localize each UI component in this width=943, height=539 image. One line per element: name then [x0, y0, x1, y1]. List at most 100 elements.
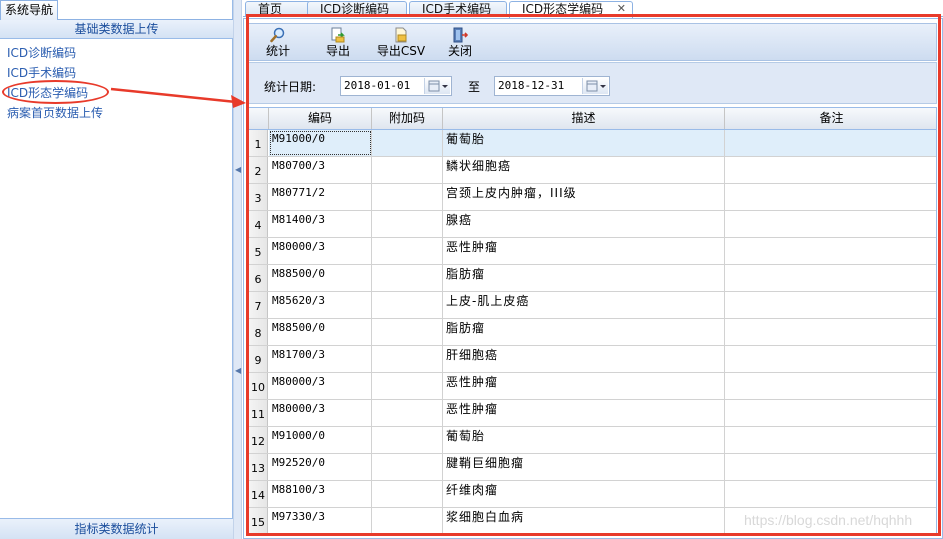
- table-row[interactable]: 4 M81400/3 腺癌: [249, 211, 936, 238]
- column-header-note[interactable]: 备注: [725, 108, 936, 129]
- cell-extra-code[interactable]: [372, 157, 443, 183]
- cell-code[interactable]: M97330/3: [269, 508, 372, 534]
- tab-icd-surgery[interactable]: ICD手术编码: [409, 1, 507, 17]
- cell-code[interactable]: M80000/3: [269, 373, 372, 399]
- nav-item-icd-surgery[interactable]: ICD手术编码: [0, 63, 232, 83]
- cell-description[interactable]: 上皮-肌上皮癌: [443, 292, 725, 318]
- cell-note[interactable]: [725, 508, 936, 534]
- cell-extra-code[interactable]: [372, 130, 443, 156]
- cell-code[interactable]: M88500/0: [269, 265, 372, 291]
- cell-extra-code[interactable]: [372, 427, 443, 453]
- cell-description[interactable]: 恶性肿瘤: [443, 373, 725, 399]
- table-row[interactable]: 12 M91000/0 葡萄胎: [249, 427, 936, 454]
- cell-code[interactable]: M80000/3: [269, 238, 372, 264]
- cell-code[interactable]: M81700/3: [269, 346, 372, 372]
- table-row[interactable]: 5 M80000/3 恶性肿瘤: [249, 238, 936, 265]
- tab-icd-morphology[interactable]: ICD形态学编码 ✕: [509, 1, 633, 18]
- collapse-left-icon[interactable]: ◀: [235, 165, 241, 175]
- nav-item-medical-record-upload[interactable]: 病案首页数据上传: [0, 103, 232, 123]
- table-row[interactable]: 15 M97330/3 浆细胞白血病: [249, 508, 936, 535]
- table-row[interactable]: 11 M80000/3 恶性肿瘤: [249, 400, 936, 427]
- cell-extra-code[interactable]: [372, 508, 443, 534]
- table-row[interactable]: 3 M80771/2 宫颈上皮内肿瘤，III级: [249, 184, 936, 211]
- table-row[interactable]: 10 M80000/3 恶性肿瘤: [249, 373, 936, 400]
- collapse-left-icon[interactable]: ◀: [235, 366, 241, 376]
- cell-code[interactable]: M88500/0: [269, 319, 372, 345]
- cell-code[interactable]: M88100/3: [269, 481, 372, 507]
- cell-description[interactable]: 腺癌: [443, 211, 725, 237]
- nav-item-icd-diagnosis[interactable]: ICD诊断编码: [0, 43, 232, 63]
- cell-note[interactable]: [725, 454, 936, 480]
- table-row[interactable]: 14 M88100/3 纤维肉瘤: [249, 481, 936, 508]
- cell-note[interactable]: [725, 481, 936, 507]
- cell-code[interactable]: M92520/0: [269, 454, 372, 480]
- nav-item-icd-morphology[interactable]: ICD形态学编码: [0, 83, 232, 103]
- tab-icd-diagnosis[interactable]: ICD诊断编码: [307, 1, 407, 17]
- cell-description[interactable]: 葡萄胎: [443, 130, 725, 156]
- column-header-extra-code[interactable]: 附加码: [372, 108, 443, 129]
- table-row[interactable]: 13 M92520/0 腱鞘巨细胞瘤: [249, 454, 936, 481]
- cell-note[interactable]: [725, 346, 936, 372]
- nav-group-header-indicator-stats[interactable]: 指标类数据统计: [0, 518, 233, 539]
- export-button[interactable]: 导出: [321, 27, 355, 59]
- table-row[interactable]: 8 M88500/0 脂肪瘤: [249, 319, 936, 346]
- cell-note[interactable]: [725, 427, 936, 453]
- cell-note[interactable]: [725, 238, 936, 264]
- column-header-description[interactable]: 描述: [443, 108, 725, 129]
- cell-code[interactable]: M91000/0: [269, 130, 372, 156]
- cell-extra-code[interactable]: [372, 319, 443, 345]
- cell-description[interactable]: 肝细胞癌: [443, 346, 725, 372]
- cell-code[interactable]: M80700/3: [269, 157, 372, 183]
- table-row[interactable]: 9 M81700/3 肝细胞癌: [249, 346, 936, 373]
- cell-note[interactable]: [725, 319, 936, 345]
- cell-description[interactable]: 浆细胞白血病: [443, 508, 725, 534]
- cell-description[interactable]: 恶性肿瘤: [443, 238, 725, 264]
- cell-description[interactable]: 纤维肉瘤: [443, 481, 725, 507]
- calendar-icon[interactable]: [424, 78, 450, 94]
- panel-splitter[interactable]: ◀ ◀: [233, 0, 242, 539]
- nav-group-header-basic-upload[interactable]: 基础类数据上传: [0, 20, 233, 39]
- cell-description[interactable]: 腱鞘巨细胞瘤: [443, 454, 725, 480]
- table-row[interactable]: 1 M91000/0 葡萄胎: [249, 130, 936, 157]
- cell-note[interactable]: [725, 373, 936, 399]
- cell-extra-code[interactable]: [372, 184, 443, 210]
- close-button[interactable]: 关闭: [443, 27, 477, 59]
- cell-note[interactable]: [725, 130, 936, 156]
- cell-extra-code[interactable]: [372, 292, 443, 318]
- cell-code[interactable]: M91000/0: [269, 427, 372, 453]
- cell-code[interactable]: M80000/3: [269, 400, 372, 426]
- start-date-field[interactable]: 2018-01-01: [340, 76, 452, 96]
- cell-code[interactable]: M85620/3: [269, 292, 372, 318]
- cell-note[interactable]: [725, 292, 936, 318]
- cell-description[interactable]: 脂肪瘤: [443, 265, 725, 291]
- calendar-icon[interactable]: [582, 78, 608, 94]
- cell-description[interactable]: 葡萄胎: [443, 427, 725, 453]
- cell-extra-code[interactable]: [372, 373, 443, 399]
- cell-note[interactable]: [725, 157, 936, 183]
- cell-code[interactable]: M80771/2: [269, 184, 372, 210]
- export-csv-button[interactable]: 导出CSV: [375, 27, 427, 59]
- table-row[interactable]: 6 M88500/0 脂肪瘤: [249, 265, 936, 292]
- stat-button[interactable]: 统计: [261, 27, 295, 59]
- cell-extra-code[interactable]: [372, 238, 443, 264]
- close-tab-icon[interactable]: ✕: [617, 2, 626, 16]
- table-row[interactable]: 2 M80700/3 鳞状细胞癌: [249, 157, 936, 184]
- table-row[interactable]: 7 M85620/3 上皮-肌上皮癌: [249, 292, 936, 319]
- cell-note[interactable]: [725, 211, 936, 237]
- cell-note[interactable]: [725, 184, 936, 210]
- cell-description[interactable]: 鳞状细胞癌: [443, 157, 725, 183]
- cell-extra-code[interactable]: [372, 265, 443, 291]
- cell-note[interactable]: [725, 265, 936, 291]
- cell-extra-code[interactable]: [372, 346, 443, 372]
- end-date-field[interactable]: 2018-12-31: [494, 76, 610, 96]
- cell-description[interactable]: 恶性肿瘤: [443, 400, 725, 426]
- cell-extra-code[interactable]: [372, 211, 443, 237]
- cell-extra-code[interactable]: [372, 454, 443, 480]
- cell-extra-code[interactable]: [372, 400, 443, 426]
- column-header-code[interactable]: 编码: [269, 108, 372, 129]
- tab-home[interactable]: 首页: [245, 1, 311, 17]
- cell-note[interactable]: [725, 400, 936, 426]
- cell-extra-code[interactable]: [372, 481, 443, 507]
- cell-description[interactable]: 脂肪瘤: [443, 319, 725, 345]
- cell-code[interactable]: M81400/3: [269, 211, 372, 237]
